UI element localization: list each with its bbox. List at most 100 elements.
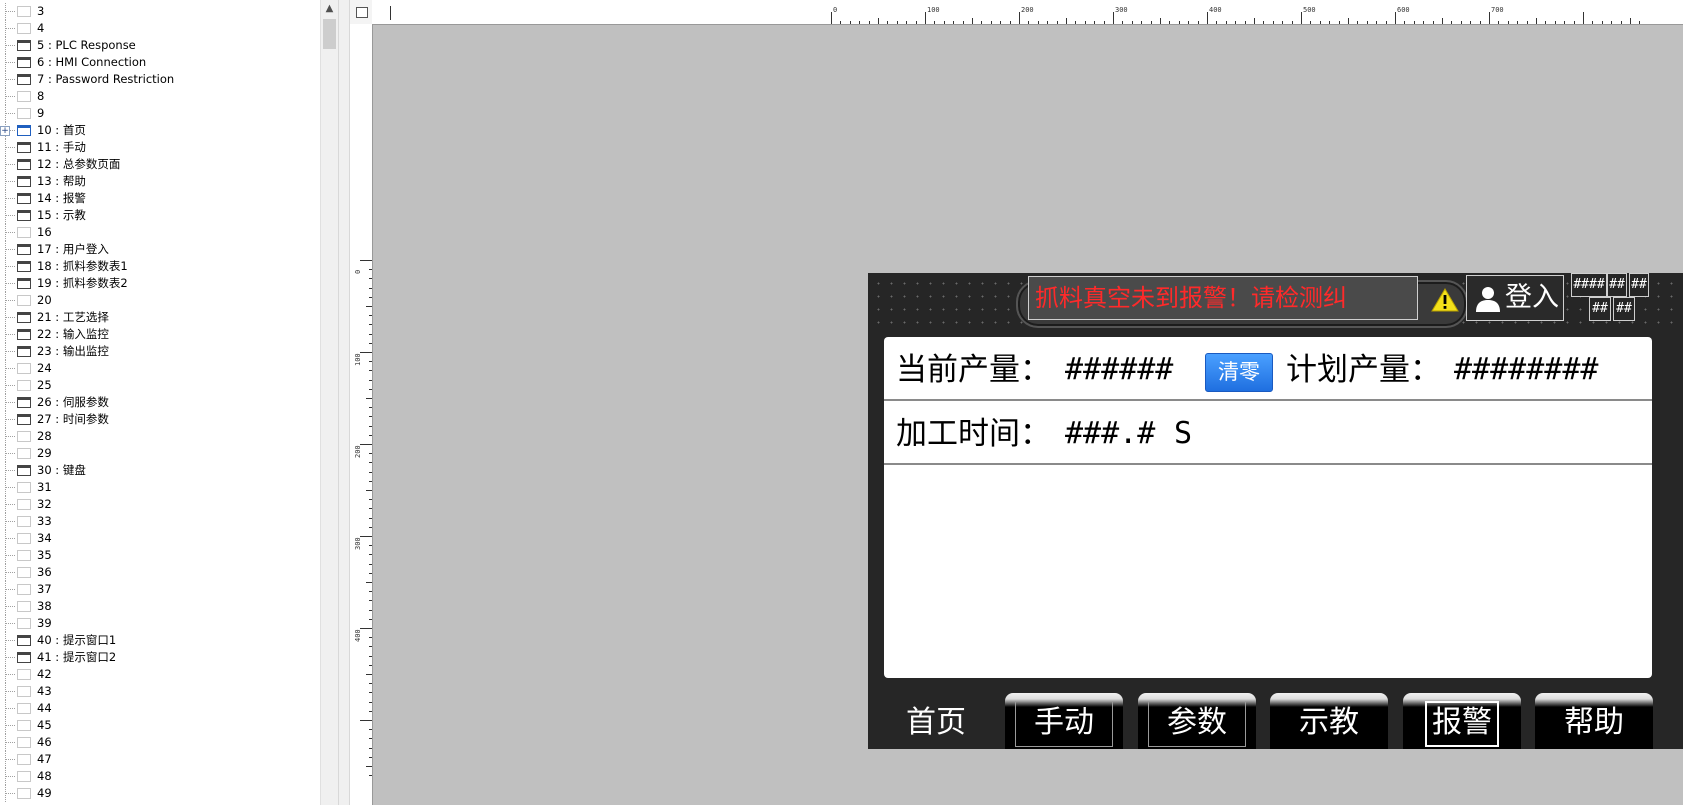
tree-item-40[interactable]: 40 : 提示窗口1 [0, 632, 320, 649]
tree-item-18[interactable]: 18 : 抓料参数表1 [0, 258, 320, 275]
tree-item-10[interactable]: +10 : 首页 [0, 122, 320, 139]
screen-page-icon [17, 635, 31, 646]
tree-item-label: 32 [37, 497, 52, 511]
tree-item-45[interactable]: 45 [0, 717, 320, 734]
tree-line [5, 79, 15, 80]
ruler-label: 700 [1491, 6, 1504, 14]
ruler-tick [1357, 21, 1359, 24]
tab-teach[interactable]: 示教 [1270, 693, 1388, 749]
tree-item-19[interactable]: 19 : 抓料参数表2 [0, 275, 320, 292]
ruler-tick [990, 21, 992, 24]
ruler-tick [369, 692, 372, 694]
tree-item-27[interactable]: 27 : 时间参数 [0, 411, 320, 428]
ruler-tick [1319, 21, 1321, 24]
scroll-thumb[interactable] [323, 19, 336, 49]
tree-item-24[interactable]: 24 [0, 360, 320, 377]
ruler-corner[interactable] [350, 0, 373, 25]
panel-splitter[interactable] [338, 0, 350, 805]
tree-item-46[interactable]: 46 [0, 734, 320, 751]
planned-output-value[interactable]: ######## [1454, 352, 1599, 388]
ruler-tick [1000, 21, 1002, 24]
ruler-tick [1188, 21, 1190, 24]
tree-item-26[interactable]: 26 : 伺服参数 [0, 394, 320, 411]
tree-item-31[interactable]: 31 [0, 479, 320, 496]
tree-item-5[interactable]: 5 : PLC Response [0, 37, 320, 54]
tree-item-21[interactable]: 21 : 工艺选择 [0, 309, 320, 326]
tree-item-label: 21 : 工艺选择 [37, 310, 109, 324]
tree-item-29[interactable]: 29 [0, 445, 320, 462]
tree-item-33[interactable]: 33 [0, 513, 320, 530]
tree-item-20[interactable]: 20 [0, 292, 320, 309]
tree-item-47[interactable]: 47 [0, 751, 320, 768]
tree-item-30[interactable]: 30 : 键盘 [0, 462, 320, 479]
tab-help[interactable]: 帮助 [1535, 693, 1653, 749]
tree-item-37[interactable]: 37 [0, 581, 320, 598]
tree-line [5, 487, 15, 488]
scroll-up-arrow-icon[interactable]: ▲ [321, 0, 338, 17]
tree-item-39[interactable]: 39 [0, 615, 320, 632]
ruler-tick [369, 480, 372, 482]
tree-item-9[interactable]: 9 [0, 105, 320, 122]
tree-item-12[interactable]: 12 : 总参数页面 [0, 156, 320, 173]
screen-page-icon [17, 482, 31, 493]
ruler-tick [366, 398, 372, 399]
tree-item-44[interactable]: 44 [0, 700, 320, 717]
tree-item-32[interactable]: 32 [0, 496, 320, 513]
clear-count-button[interactable]: 清零 [1205, 353, 1273, 392]
tree-item-11[interactable]: 11 : 手动 [0, 139, 320, 156]
ruler-tick [369, 664, 372, 666]
tree-item-8[interactable]: 8 [0, 88, 320, 105]
tree-item-6[interactable]: 6 : HMI Connection [0, 54, 320, 71]
ruler-tick [1019, 12, 1020, 24]
tree-item-17[interactable]: 17 : 用户登入 [0, 241, 320, 258]
screen-page-icon [17, 363, 31, 374]
tree-item-7[interactable]: 7 : Password Restriction [0, 71, 320, 88]
ruler-tick [369, 747, 372, 749]
tree-line [5, 368, 15, 369]
tree-item-14[interactable]: 14 : 报警 [0, 190, 320, 207]
tree-item-48[interactable]: 48 [0, 768, 320, 785]
tree-item-13[interactable]: 13 : 帮助 [0, 173, 320, 190]
tree-item-49[interactable]: 49 [0, 785, 320, 802]
ruler-tick [1329, 21, 1331, 24]
tree-item-16[interactable]: 16 [0, 224, 320, 241]
tab-manual[interactable]: 手动 [1005, 693, 1123, 749]
ruler-tick [1376, 21, 1378, 24]
tree-line [5, 232, 15, 233]
ruler-tick [369, 361, 372, 363]
screen-page-icon [17, 567, 31, 578]
tab-parameters[interactable]: 参数 [1138, 693, 1256, 749]
tree-item-3[interactable]: 3 [0, 3, 320, 20]
tree-item-34[interactable]: 34 [0, 530, 320, 547]
ruler-tick [1160, 18, 1161, 24]
tree-item-label: 26 : 伺服参数 [37, 395, 109, 409]
tree-item-36[interactable]: 36 [0, 564, 320, 581]
tree-item-38[interactable]: 38 [0, 598, 320, 615]
tree-item-43[interactable]: 43 [0, 683, 320, 700]
tree-item-41[interactable]: 41 : 提示窗口2 [0, 649, 320, 666]
tree-item-25[interactable]: 25 [0, 377, 320, 394]
ruler-tick [1225, 21, 1227, 24]
tree-item-42[interactable]: 42 [0, 666, 320, 683]
horizontal-ruler: 0 100 200 300 400 500 600 700 [372, 0, 1683, 25]
screen-page-icon [17, 601, 31, 612]
tree-item-35[interactable]: 35 [0, 547, 320, 564]
screen-page-icon [17, 261, 31, 272]
tree-item-28[interactable]: 28 [0, 428, 320, 445]
screen-page-icon [17, 142, 31, 153]
tree-item-4[interactable]: 4 [0, 20, 320, 37]
ruler-tick [849, 21, 851, 24]
screen-page-icon [17, 720, 31, 731]
tree-item-15[interactable]: 15 : 示教 [0, 207, 320, 224]
tree-item-22[interactable]: 22 : 输入监控 [0, 326, 320, 343]
date-year-field: #### [1571, 273, 1607, 297]
expand-icon[interactable]: + [0, 126, 10, 136]
tree-scrollbar[interactable]: ▲ [320, 0, 338, 805]
tab-home[interactable]: 首页 [874, 693, 998, 749]
ruler-tick [369, 434, 372, 436]
login-button[interactable]: 登入 [1466, 275, 1564, 321]
ruler-tick [369, 407, 372, 409]
tree-item-label: 25 [37, 378, 52, 392]
tree-item-23[interactable]: 23 : 输出监控 [0, 343, 320, 360]
tab-alarm[interactable]: 报警 [1403, 693, 1521, 749]
